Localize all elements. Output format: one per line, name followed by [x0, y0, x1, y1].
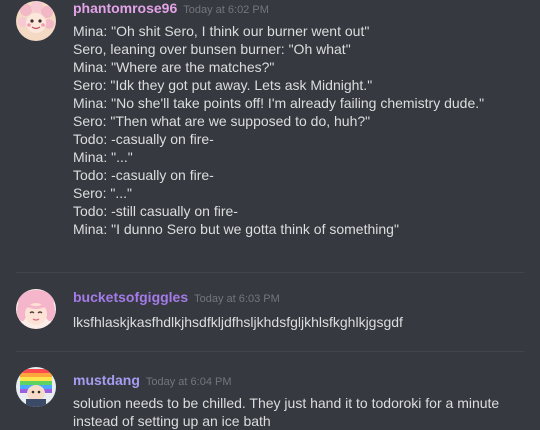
- flower-cartoon-avatar-icon[interactable]: [16, 1, 56, 41]
- timestamp: Today at 6:02 PM: [183, 4, 269, 16]
- message-divider: [16, 351, 524, 352]
- message-content: lksfhlaskjkasfhdlkjhsdfkljdfhsljkhdsfglj…: [73, 313, 528, 331]
- message-group: phantomrose96 Today at 6:02 PM Mina: "Oh …: [0, 0, 540, 270]
- message-line: Mina: "...": [73, 149, 133, 165]
- username[interactable]: mustdang: [73, 372, 140, 388]
- message-line: Todo: -casually on fire-: [73, 131, 214, 147]
- message-header: phantomrose96 Today at 6:02 PM: [73, 0, 269, 18]
- message-line: Todo: -casually on fire-: [73, 167, 214, 183]
- message-divider: [16, 272, 524, 273]
- message-group: mustdang Today at 6:04 PM solution needs …: [0, 360, 540, 430]
- message-group: bucketsofgiggles Today at 6:03 PM lksfhla…: [0, 282, 540, 342]
- message-line: Mina: "Where are the matches?": [73, 59, 275, 75]
- message-header: bucketsofgiggles Today at 6:03 PM: [73, 289, 280, 307]
- message-line: Mina: "I dunno Sero but we gotta think o…: [73, 221, 399, 237]
- message-line: Sero: "...": [73, 185, 132, 201]
- timestamp: Today at 6:04 PM: [145, 376, 232, 388]
- username[interactable]: bucketsofgiggles: [73, 289, 188, 305]
- message-line: Sero: "Then what are we supposed to do, …: [73, 113, 371, 129]
- message-line: lksfhlaskjkasfhdlkjhsdfkljdfhsljkhdsfglj…: [73, 314, 403, 330]
- username[interactable]: phantomrose96: [73, 0, 177, 16]
- timestamp: Today at 6:03 PM: [194, 293, 280, 305]
- message-content: solution needs to be chilled. They just …: [73, 394, 513, 430]
- message-line: Mina: "No she'll take points off! I'm al…: [73, 95, 485, 111]
- message-content: Mina: "Oh shit Sero, I think our burner …: [73, 22, 528, 238]
- message-line: Sero, leaning over bunsen burner: "Oh wh…: [73, 41, 351, 57]
- message-line: Sero: "Idk they got put away. Lets ask M…: [73, 77, 373, 93]
- chat-messages: phantomrose96 Today at 6:02 PM Mina: "Oh …: [0, 0, 540, 430]
- message-header: mustdang Today at 6:04 PM: [73, 372, 232, 390]
- pink-haired-face-avatar-icon[interactable]: [16, 289, 56, 329]
- message-line: solution needs to be chilled. They just …: [73, 395, 500, 429]
- message-line: Mina: "Oh shit Sero, I think our burner …: [73, 23, 370, 39]
- rainbow-haired-character-avatar-icon[interactable]: [16, 367, 56, 407]
- message-line: Todo: -still casually on fire-: [73, 203, 238, 219]
